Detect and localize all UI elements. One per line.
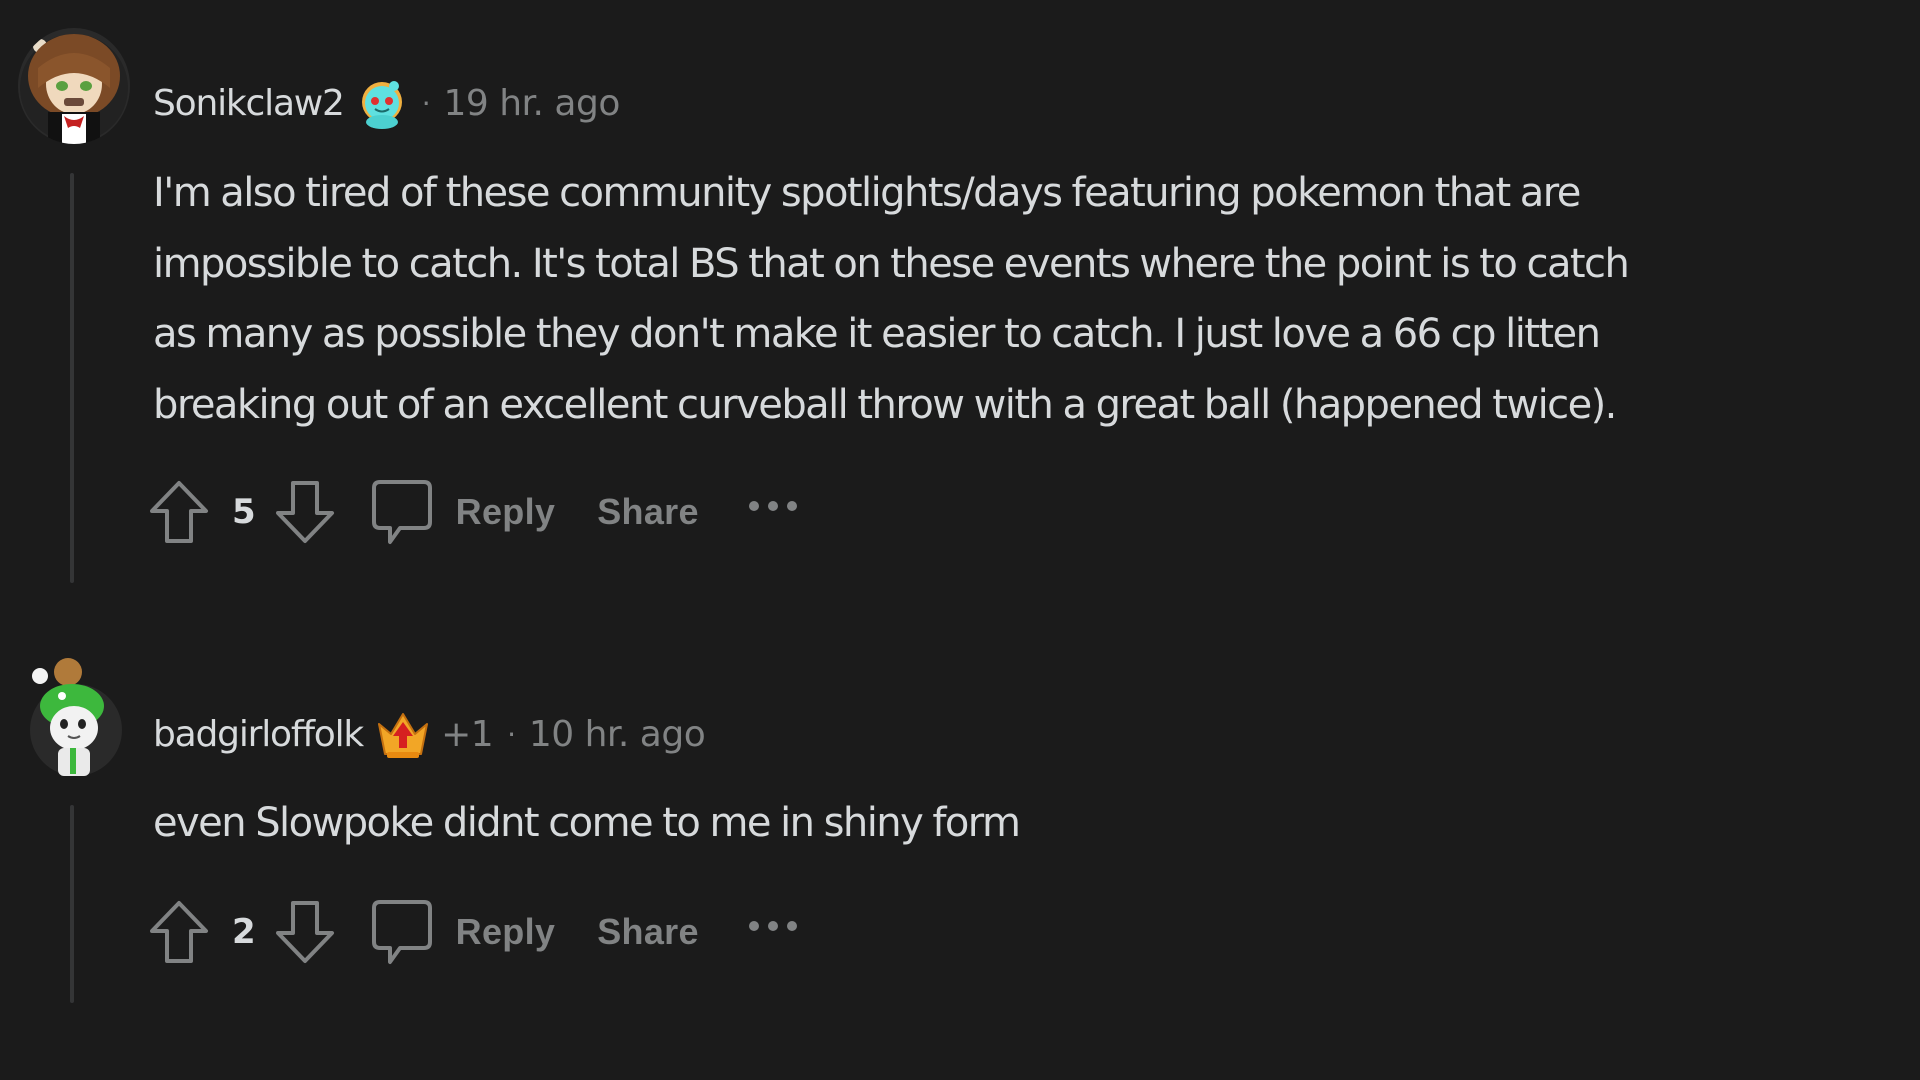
dot-icon — [786, 501, 797, 511]
comment-bubble-icon — [371, 480, 432, 544]
comment-body-line: as many as possible they don't make it e… — [153, 311, 1601, 357]
downvote-arrow-icon — [275, 901, 334, 963]
comment-body-line: I'm also tired of these community spotli… — [153, 170, 1581, 216]
comment-body-line: even Slowpoke didnt come to me in shiny … — [153, 800, 1021, 846]
avatar-brown-curly-hair-icon — [20, 34, 128, 144]
username-link[interactable]: badgirloffolk — [153, 713, 364, 757]
award-count: +1 — [441, 714, 494, 755]
vote-score: 2 — [232, 912, 256, 952]
more-options-button[interactable] — [748, 916, 797, 936]
comment-timestamp[interactable]: 10 hr. ago — [529, 713, 706, 757]
upvote-arrow-icon — [150, 481, 208, 543]
upvote-button[interactable] — [148, 479, 210, 545]
comment-meta: badgirloffolk +1 · 10 hr. ago — [153, 710, 706, 760]
reply-label: Reply — [455, 491, 556, 532]
comment-action-bar: 2 Reply Share — [148, 897, 797, 967]
thread-collapse-line[interactable] — [70, 173, 74, 583]
comment-body-line: breaking out of an excellent curveball t… — [153, 381, 1617, 428]
comment-action-bar: 5 Reply Share — [148, 477, 797, 547]
username-link[interactable]: Sonikclaw2 — [153, 82, 345, 126]
share-button[interactable]: Share — [597, 911, 699, 953]
dot-icon — [767, 501, 778, 511]
dot-icon — [748, 921, 759, 931]
vote-score: 5 — [232, 492, 256, 532]
dot-icon — [748, 501, 759, 511]
meta-separator: · — [421, 87, 431, 120]
reply-button[interactable]: Reply — [370, 898, 556, 966]
reply-label: Reply — [455, 911, 556, 952]
avatar-green-frog-hat-icon — [30, 658, 122, 776]
comment-bubble-icon — [371, 900, 432, 964]
dot-icon — [767, 921, 778, 931]
crown-achievement-icon — [375, 710, 431, 760]
user-avatar[interactable] — [28, 658, 124, 778]
meta-separator: · — [507, 718, 516, 751]
comment-body-line: impossible to catch. It's total BS that … — [153, 240, 1630, 287]
comment-timestamp[interactable]: 19 hr. ago — [443, 82, 620, 126]
comment-body: I'm also tired of these community spotli… — [153, 158, 1913, 440]
thread-collapse-line[interactable] — [70, 805, 74, 1003]
upvote-button[interactable] — [148, 899, 210, 965]
downvote-button[interactable] — [274, 479, 336, 545]
downvote-button[interactable] — [274, 899, 336, 965]
comment-body: even Slowpoke didnt come to me in shiny … — [153, 788, 1913, 859]
share-button[interactable]: Share — [597, 491, 699, 533]
more-options-button[interactable] — [748, 496, 797, 516]
user-avatar[interactable] — [18, 28, 130, 144]
downvote-arrow-icon — [275, 481, 334, 543]
reply-button[interactable]: Reply — [370, 478, 556, 546]
snoo-cyan-flair-icon — [356, 78, 408, 130]
upvote-arrow-icon — [150, 901, 208, 963]
comment-meta: Sonikclaw2 · 19 hr. ago — [153, 78, 620, 130]
dot-icon — [786, 921, 797, 931]
